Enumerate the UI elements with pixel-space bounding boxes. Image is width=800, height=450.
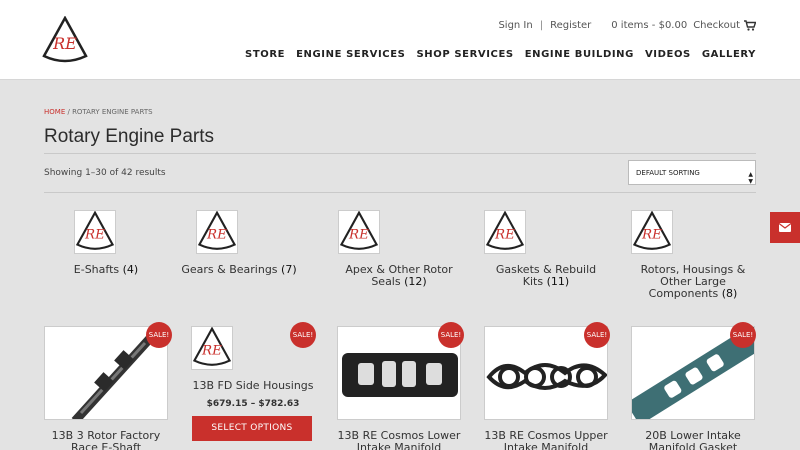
category-logo-thumbnail[interactable]: RE [338, 210, 380, 254]
category-count: (7) [281, 263, 297, 276]
divider [44, 153, 756, 154]
main-nav: STORE ENGINE SERVICES SHOP SERVICES ENGI… [245, 49, 756, 60]
site-header: RE Sign In | Register 0 items - $0.00 Ch… [0, 0, 800, 80]
breadcrumb-home[interactable]: HOME [44, 108, 65, 116]
category-logo-thumbnail[interactable]: RE [74, 210, 116, 254]
nav-shop-services[interactable]: SHOP SERVICES [416, 49, 513, 60]
page-title: Rotary Engine Parts [44, 126, 215, 147]
sale-badge: SALE! [584, 322, 610, 348]
category-logo-thumbnail[interactable]: RE [196, 210, 238, 254]
product-price: $679.15 – $782.63 [206, 399, 300, 409]
category-label[interactable]: Gears & Bearings (7) [177, 264, 301, 276]
chevron-down-icon: ▲ ▼ [748, 171, 753, 185]
product-name[interactable]: 20B Lower Intake Manifold Gasket [631, 430, 755, 450]
product-name[interactable]: 13B RE Cosmos Lower Intake Manifold [337, 430, 461, 450]
sort-selected: DEFAULT SORTING [636, 169, 700, 177]
contact-mail-button[interactable] [770, 212, 800, 243]
category-count: (8) [721, 287, 738, 300]
nav-store[interactable]: STORE [245, 49, 285, 60]
category-logo-thumbnail[interactable]: RE [484, 210, 526, 254]
sign-in-link[interactable]: Sign In [498, 20, 532, 31]
result-count: Showing 1–30 of 42 results [44, 168, 166, 178]
cart-summary-link[interactable]: 0 items - $0.00 [611, 20, 687, 31]
breadcrumb: HOME / ROTARY ENGINE PARTS [44, 108, 756, 116]
svg-text:RE: RE [206, 228, 227, 243]
svg-text:RE: RE [52, 34, 77, 53]
nav-engine-services[interactable]: ENGINE SERVICES [296, 49, 405, 60]
divider [44, 192, 756, 193]
category-count: (4) [122, 263, 139, 276]
category-name[interactable]: Gears & Bearings [181, 263, 277, 276]
sale-badge: SALE! [730, 322, 756, 348]
product-name[interactable]: 13B FD Side Housings [191, 380, 315, 392]
nav-engine-building[interactable]: ENGINE BUILDING [525, 49, 634, 60]
sale-badge: SALE! [290, 322, 316, 348]
link-separator: | [539, 20, 544, 31]
product-name[interactable]: 13B RE Cosmos Upper Intake Manifold [484, 430, 608, 450]
category-name[interactable]: Apex & Other Rotor Seals [345, 263, 452, 288]
category-label[interactable]: Apex & Other Rotor Seals (12) [337, 264, 461, 288]
category-label[interactable]: Gaskets & Rebuild Kits (11) [484, 264, 608, 288]
svg-text:RE: RE [201, 344, 222, 359]
product-logo-thumbnail[interactable]: RE [191, 326, 233, 370]
sale-badge: SALE! [146, 322, 172, 348]
svg-text:RE: RE [494, 228, 515, 243]
category-count: (12) [404, 275, 427, 288]
svg-text:RE: RE [641, 228, 662, 243]
product-name[interactable]: 13B 3 Rotor Factory Race E-Shaft [44, 430, 168, 450]
category-label[interactable]: E-Shafts (4) [44, 264, 168, 276]
breadcrumb-current: ROTARY ENGINE PARTS [72, 108, 153, 116]
site-logo[interactable]: RE [42, 16, 88, 66]
sale-badge: SALE! [438, 322, 464, 348]
svg-text:RE: RE [348, 228, 369, 243]
category-count: (11) [546, 275, 570, 288]
shop-content: HOME / ROTARY ENGINE PARTS Rotary Engine… [44, 108, 756, 193]
nav-videos[interactable]: VIDEOS [645, 49, 691, 60]
category-label[interactable]: Rotors, Housings & Other Large Component… [631, 264, 755, 300]
sort-dropdown[interactable]: DEFAULT SORTING ▲ ▼ [628, 160, 756, 185]
checkout-link[interactable]: Checkout [693, 20, 740, 31]
shopping-cart-icon[interactable] [744, 20, 756, 31]
svg-text:RE: RE [84, 228, 105, 243]
select-options-button[interactable]: SELECT OPTIONS [192, 416, 312, 441]
nav-gallery[interactable]: GALLERY [702, 49, 756, 60]
category-logo-thumbnail[interactable]: RE [631, 210, 673, 254]
register-link[interactable]: Register [550, 20, 591, 31]
category-name[interactable]: E-Shafts [74, 263, 119, 276]
account-links: Sign In | Register 0 items - $0.00 Check… [498, 20, 756, 31]
envelope-icon [779, 223, 791, 232]
